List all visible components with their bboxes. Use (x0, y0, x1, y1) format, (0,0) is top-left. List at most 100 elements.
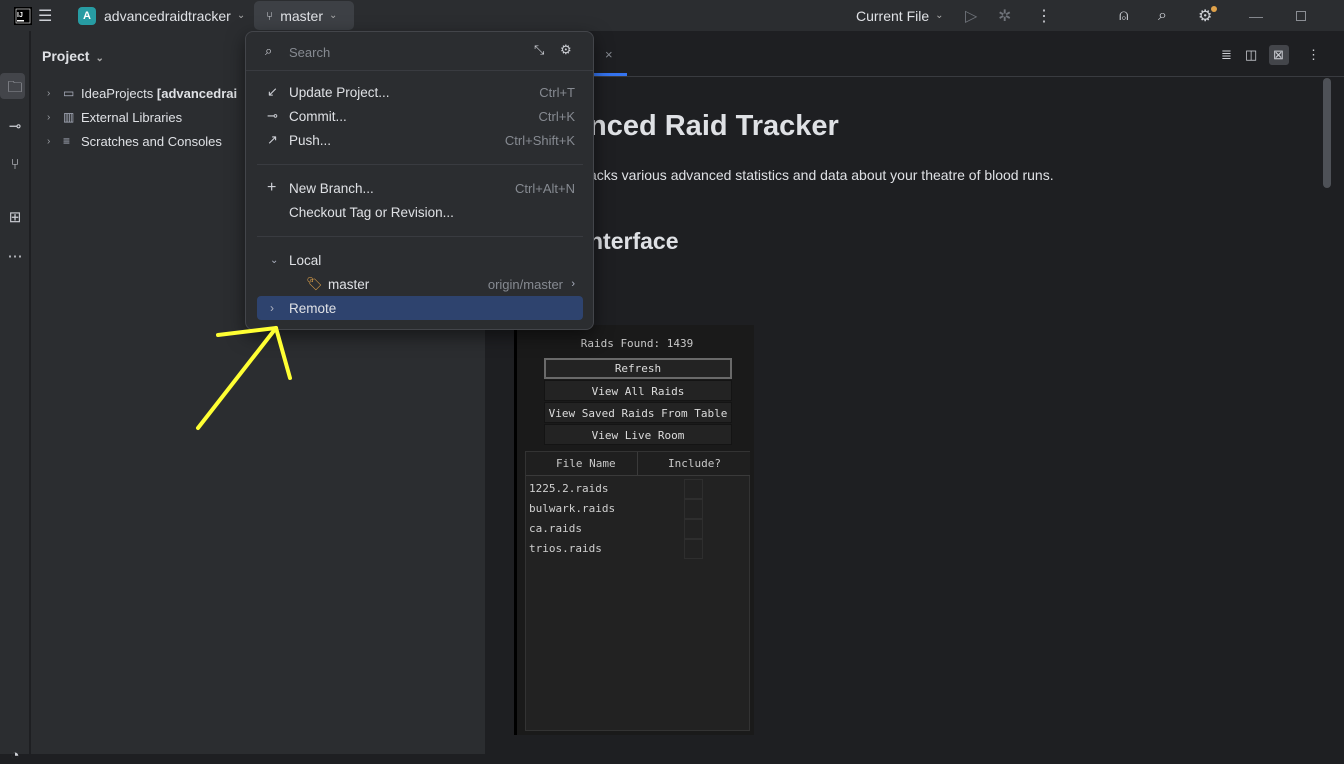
run-config-selector[interactable]: Current File ⌄ (856, 0, 944, 31)
shortcut-label: Ctrl+T (539, 84, 575, 100)
table-row: ca.raids (529, 522, 582, 535)
readme-section-heading: nterface (589, 228, 679, 254)
chevron-down-icon: ⌄ (270, 254, 279, 266)
table-row: 1225.2.raids (529, 482, 609, 495)
column-header-file-name: File Name (556, 457, 616, 470)
more-horizontal-icon: ⋯ (7, 248, 23, 265)
app-logo[interactable]: IJ (14, 0, 32, 31)
structure-tool-button[interactable]: ⊞ (0, 208, 30, 226)
push-item[interactable]: ↗ Push... Ctrl+Shift+K (257, 128, 583, 152)
pie-chart-icon: ◔ (10, 747, 20, 764)
divider (257, 164, 583, 165)
debug-button[interactable]: ✲ (998, 0, 1011, 31)
branch-switcher[interactable]: ⑂ master ⌄ (254, 1, 354, 30)
push-icon: ↗ (267, 132, 278, 147)
split-view-icon[interactable]: ◫ (1245, 47, 1257, 63)
main-menu-button[interactable]: ☰ (38, 0, 52, 31)
table-header: File Name Include? (526, 452, 750, 476)
chevron-right-icon: › (47, 135, 51, 147)
svg-text:IJ: IJ (17, 12, 23, 19)
view-saved-raids-button: View Saved Raids From Table (544, 402, 732, 423)
update-icon: ↙ (267, 84, 278, 99)
editor-only-icon[interactable]: ≣ (1221, 47, 1232, 63)
view-live-room-button: View Live Room (544, 424, 732, 445)
checkout-tag-item[interactable]: Checkout Tag or Revision... (257, 200, 583, 224)
project-tool-button[interactable]: 🗀 (0, 77, 30, 102)
minimize-icon: — (1249, 7, 1263, 24)
tree-item-scratches[interactable]: › ≡ Scratches and Consoles (47, 130, 222, 152)
branch-icon: ⑂ (266, 8, 274, 23)
branch-name: master (280, 7, 323, 24)
title-bar: IJ ☰ A advancedraidtracker ⌄ ⑂ master ⌄ … (0, 0, 1344, 31)
shortcut-label: Ctrl+Shift+K (504, 132, 575, 148)
close-tab-icon[interactable]: × (605, 47, 613, 62)
collapse-icon[interactable]: ⤡ (534, 42, 544, 58)
include-checkbox (684, 499, 703, 519)
plus-icon: + (267, 179, 277, 196)
hamburger-icon: ☰ (38, 7, 53, 25)
chevron-right-icon: › (571, 278, 575, 290)
pull-request-icon: ⑂ (10, 156, 20, 173)
chevron-down-icon: ⌄ (329, 10, 338, 21)
divider (257, 236, 583, 237)
project-panel-title[interactable]: Project ⌄ (42, 48, 104, 64)
new-branch-item[interactable]: + New Branch... Ctrl+Alt+N (257, 176, 583, 200)
branch-search-input[interactable] (289, 42, 509, 62)
more-tools-button[interactable]: ⋯ (0, 247, 30, 265)
more-actions-button[interactable]: ⋮ (1036, 0, 1052, 31)
shortcut-label: Ctrl+K (538, 108, 575, 124)
remote-branches-group[interactable]: › Remote (257, 296, 583, 320)
shortcut-label: Ctrl+Alt+N (515, 180, 575, 196)
maximize-icon (1296, 10, 1306, 21)
vertical-scrollbar[interactable] (1323, 78, 1331, 188)
tree-item-external-libraries[interactable]: › ▥ External Libraries (47, 106, 182, 128)
current-branch-tag-icon: 🏷 (306, 276, 323, 291)
branch-item-master[interactable]: 🏷 master origin/master › (257, 272, 583, 296)
include-checkbox (684, 479, 703, 499)
refresh-button: Refresh (544, 358, 732, 379)
more-vertical-icon[interactable]: ⋮ (1307, 47, 1320, 63)
scratches-icon: ≡ (63, 134, 71, 148)
library-icon: ▥ (63, 110, 75, 124)
table-row: trios.raids (529, 542, 602, 555)
profiler-tool-button[interactable]: ◔ (0, 747, 30, 764)
update-project-item[interactable]: ↙ Update Project... Ctrl+T (257, 80, 583, 104)
tracking-branch-label: origin/master (487, 276, 563, 292)
commit-icon: ⊸ (267, 108, 278, 123)
local-branches-group[interactable]: ⌄ Local (257, 248, 583, 272)
commit-tool-button[interactable]: ⊸ (0, 117, 30, 135)
chevron-down-icon: ⌄ (95, 53, 104, 64)
project-switcher[interactable]: A advancedraidtracker ⌄ (78, 0, 245, 31)
code-with-me-button[interactable]: ⍝ (1119, 0, 1129, 31)
readme-title: nced Raid Tracker (589, 110, 839, 142)
readme-description: acks various advanced statistics and dat… (589, 167, 1054, 183)
include-checkbox (684, 519, 703, 539)
folder-icon: ▭ (63, 86, 75, 100)
commit-icon: ⊸ (8, 118, 22, 135)
project-badge: A (78, 6, 96, 25)
pull-requests-tool-button[interactable]: ⑂ (0, 156, 30, 173)
gear-icon[interactable]: ⚙ (560, 42, 572, 58)
add-user-icon: ⍝ (1119, 6, 1129, 24)
include-checkbox (684, 539, 703, 559)
view-all-raids-button: View All Raids (544, 380, 732, 401)
git-branches-popup: ⌕ ⤡ ⚙ ↙ Update Project... Ctrl+T ⊸ Commi… (245, 31, 594, 330)
run-config-label: Current File (856, 7, 930, 24)
preview-only-icon[interactable]: ⊠ (1273, 47, 1284, 63)
chevron-right-icon: › (47, 111, 51, 123)
search-everywhere-button[interactable]: ⌕ (1158, 0, 1167, 31)
chevron-right-icon: › (47, 87, 51, 99)
commit-item[interactable]: ⊸ Commit... Ctrl+K (257, 104, 583, 128)
settings-button[interactable]: ⚙ (1198, 0, 1217, 31)
search-icon: ⌕ (265, 43, 273, 58)
minimize-button[interactable]: — (1249, 0, 1263, 31)
popup-search-bar: ⌕ ⤡ ⚙ (246, 32, 593, 71)
project-name: advancedraidtracker (104, 7, 231, 24)
run-button[interactable]: ▷ (965, 0, 977, 31)
editor-tab-bar: × ≣ ◫ ⊠ ⋮ (485, 31, 1344, 77)
tree-item-ideaprojects[interactable]: › ▭ IdeaProjects [advancedrai (47, 82, 237, 104)
plugin-screenshot: Raids Found: 1439 Refresh View All Raids… (514, 325, 754, 735)
structure-icon: ⊞ (8, 209, 22, 226)
bug-icon: ✲ (998, 7, 1012, 25)
maximize-button[interactable] (1296, 0, 1306, 31)
